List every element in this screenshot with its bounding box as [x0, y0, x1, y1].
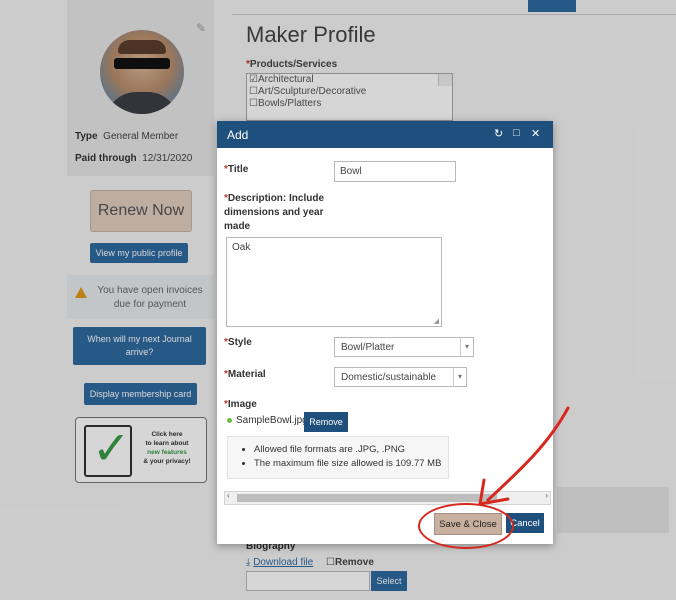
- description-textarea[interactable]: Oak ◢: [226, 237, 442, 327]
- scrollbar-thumb[interactable]: [237, 494, 497, 502]
- material-select[interactable]: Domestic/sustainable ▾: [334, 367, 467, 387]
- resize-grip-icon[interactable]: ◢: [434, 317, 439, 325]
- image-label: *Image: [224, 399, 257, 410]
- style-label: *Style: [224, 337, 252, 348]
- title-input[interactable]: Bowl: [334, 161, 456, 182]
- material-value: Domestic/sustainable: [341, 372, 437, 383]
- uploaded-file: SampleBowl.jpg: [227, 415, 308, 426]
- refresh-icon[interactable]: ↻: [494, 127, 503, 140]
- style-select[interactable]: Bowl/Platter ▾: [334, 337, 474, 357]
- chevron-down-icon: ▾: [460, 338, 473, 356]
- maximize-icon[interactable]: □: [513, 127, 520, 139]
- dialog-title: Add: [227, 128, 249, 142]
- highlight-arrow-icon: [478, 406, 570, 506]
- remove-image-button[interactable]: Remove: [304, 412, 348, 432]
- scroll-left-icon[interactable]: ‹: [227, 491, 230, 500]
- title-label: *Title: [224, 164, 249, 175]
- note-item: The maximum file size allowed is 109.77 …: [254, 457, 448, 471]
- upload-notes: Allowed file formats are .JPG, .PNG The …: [227, 436, 449, 479]
- description-label: *Description: Include dimensions and yea…: [224, 193, 325, 232]
- style-value: Bowl/Platter: [341, 342, 395, 353]
- file-status-icon: [227, 418, 232, 423]
- close-icon[interactable]: ✕: [531, 127, 540, 140]
- description-value: Oak: [232, 242, 251, 253]
- chevron-down-icon: ▾: [453, 368, 466, 386]
- dialog-header: Add ↻ □ ✕: [217, 121, 553, 148]
- material-label: *Material: [224, 369, 266, 380]
- note-item: Allowed file formats are .JPG, .PNG: [254, 443, 448, 457]
- uploaded-file-name: SampleBowl.jpg: [236, 415, 308, 426]
